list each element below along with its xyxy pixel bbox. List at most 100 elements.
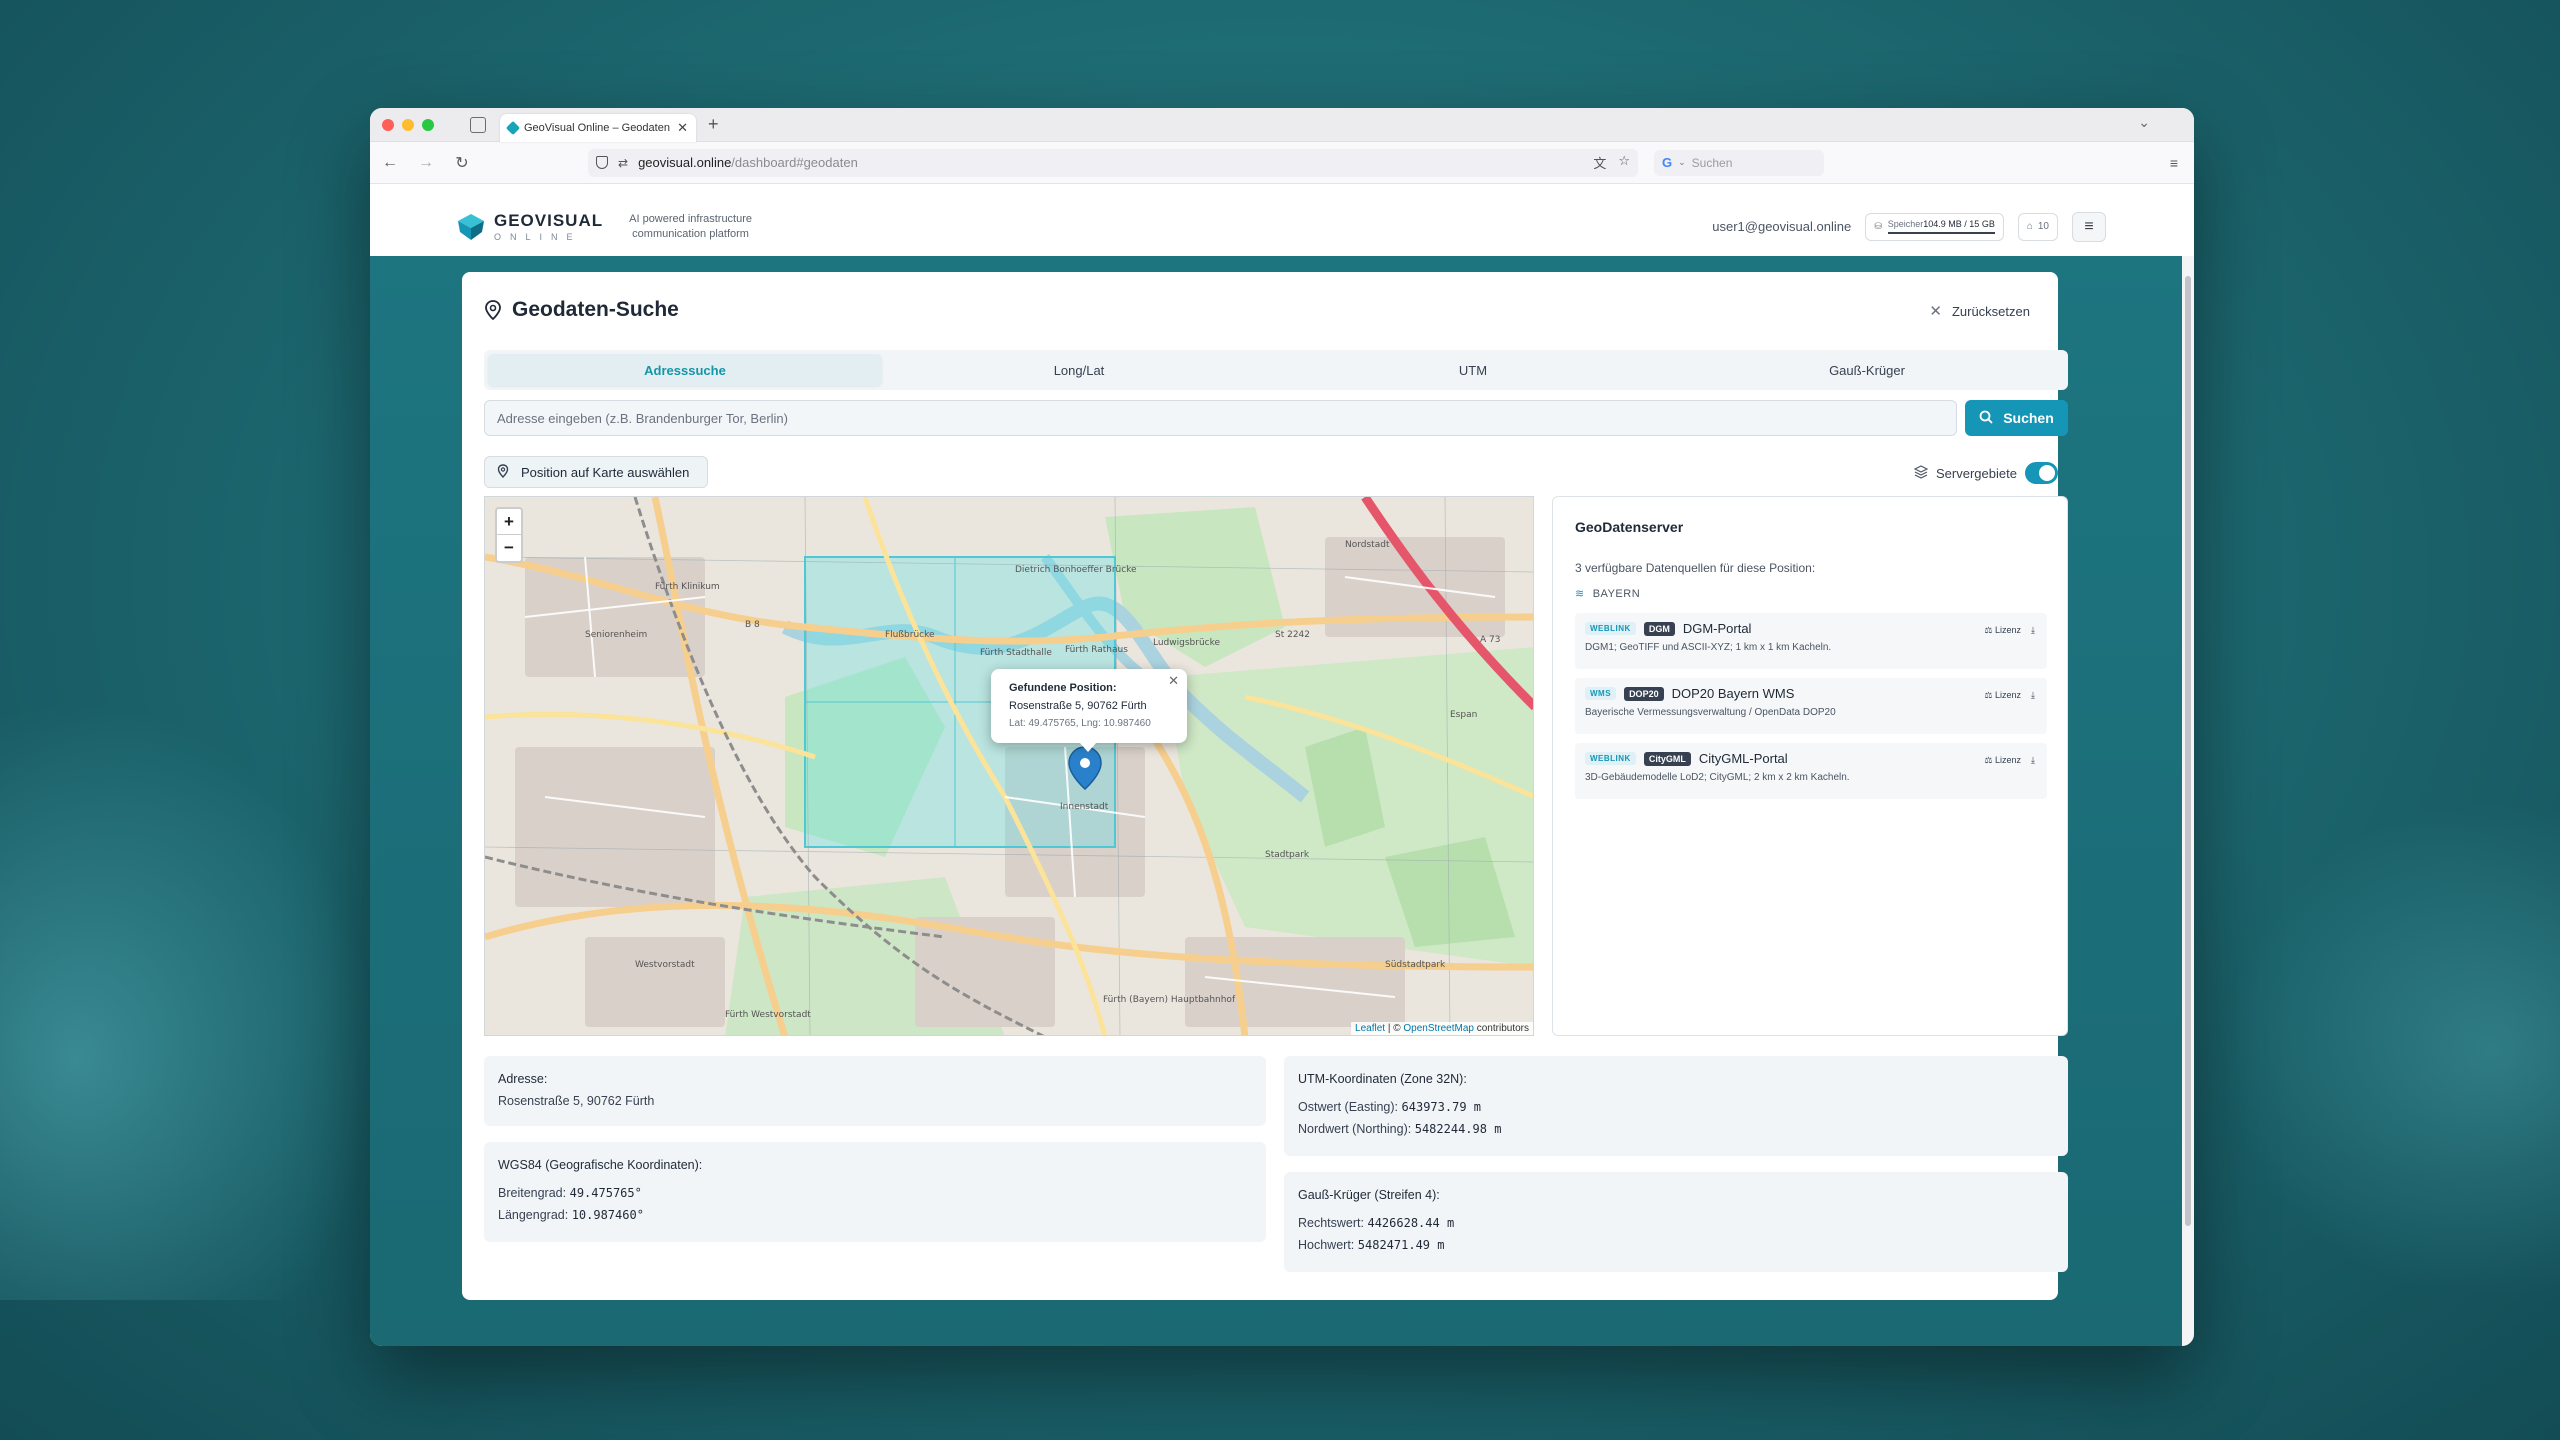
license-label: Lizenz xyxy=(1995,755,2022,765)
popup-coordinates: Lat: 49.475765, Lng: 10.987460 xyxy=(1009,718,1151,729)
window-controls xyxy=(382,118,434,131)
hochwert-value: 5482471.49 m xyxy=(1357,1238,1445,1252)
attribution-separator: | © xyxy=(1387,1023,1401,1034)
page-title-text: Geodaten-Suche xyxy=(512,298,679,321)
utm-label: UTM-Koordinaten (Zone 32N): xyxy=(1298,1072,1467,1086)
zoom-in-button[interactable]: + xyxy=(497,509,521,535)
pick-position-button[interactable]: Position auf Karte auswählen xyxy=(484,456,708,488)
page-scrollbar[interactable] xyxy=(2182,256,2194,1346)
svg-text:B 8: B 8 xyxy=(745,620,760,630)
reset-label: Zurücksetzen xyxy=(1951,303,2030,319)
gauss-krueger-label: Gauß-Krüger (Streifen 4): xyxy=(1298,1188,1440,1202)
background-glow-left xyxy=(0,700,380,1300)
back-arrow-icon[interactable]: ← xyxy=(380,154,400,172)
tab-adresssuche[interactable]: Adresssuche xyxy=(488,354,882,386)
tagline-line-1: AI powered infrastructure xyxy=(629,212,753,225)
forward-arrow-icon[interactable]: → xyxy=(416,154,436,172)
datasource-format-badge: DGM xyxy=(1643,621,1675,636)
map-popup: ✕ Gefundene Position: Rosenstraße 5, 907… xyxy=(991,669,1187,752)
svg-text:Fürth Stadthalle: Fürth Stadthalle xyxy=(980,648,1052,658)
close-popup-icon[interactable]: ✕ xyxy=(1168,672,1179,690)
license-label: Lizenz xyxy=(1995,625,2022,635)
token-count: 10 xyxy=(2037,221,2049,232)
close-icon: ✕ xyxy=(1929,303,1942,320)
tag-icon: ⌂ xyxy=(2026,221,2033,232)
northing-value: 5482244.98 m xyxy=(1414,1122,1502,1136)
extensions-icon[interactable]: ≡ xyxy=(2170,155,2178,171)
leaflet-link[interactable]: Leaflet xyxy=(1355,1023,1385,1034)
geodata-search-card: Geodaten-Suche ✕ Zurücksetzen Adresssuch… xyxy=(462,272,2068,1300)
tab-overview-icon[interactable] xyxy=(470,116,486,133)
datasource-format-badge: CityGML xyxy=(1643,751,1691,766)
svg-text:Seniorenheim: Seniorenheim xyxy=(585,630,647,640)
download-icon[interactable]: ⤓ xyxy=(2031,690,2035,701)
storage-indicator[interactable]: ⛁ Speicher104.9 MB / 15 GB xyxy=(1865,212,2004,241)
svg-text:Südstadtpark: Südstadtpark xyxy=(1385,960,1446,970)
browser-search-box[interactable]: G ⌄ Suchen xyxy=(1654,149,1824,176)
download-icon[interactable]: ⤓ xyxy=(2031,625,2035,636)
geodata-server-title: GeoDatenserver xyxy=(1575,519,1684,535)
svg-text:Dietrich Bonhoeffer Brücke: Dietrich Bonhoeffer Brücke xyxy=(1015,565,1137,575)
user-email[interactable]: user1@geovisual.online xyxy=(1712,219,1851,234)
bookmark-star-icon[interactable]: ☆ xyxy=(1618,153,1630,172)
server-areas-toggle[interactable] xyxy=(2024,462,2058,484)
geovisual-logo-icon xyxy=(456,212,486,242)
server-areas-label: Servergebiete xyxy=(1936,465,2017,481)
translate-icon[interactable]: 文 xyxy=(1593,153,1606,172)
svg-text:Fürth Westvorstadt: Fürth Westvorstadt xyxy=(725,1010,811,1020)
new-tab-button[interactable]: + xyxy=(708,114,719,135)
address-result-value: Rosenstraße 5, 90762 Fürth xyxy=(498,1094,655,1108)
datasource-type-badge: WEBLINK xyxy=(1585,752,1636,765)
map-view[interactable]: Fürth Klinikum Seniorenheim Flußbrücke F… xyxy=(484,496,1534,1036)
zoom-out-button[interactable]: − xyxy=(497,535,521,561)
maximize-window-button[interactable] xyxy=(422,118,434,131)
tab-list-chevron-icon[interactable]: ⌄ xyxy=(2138,114,2150,131)
hamburger-menu-button[interactable]: ≡ xyxy=(2072,211,2106,242)
search-engine-chevron-icon[interactable]: ⌄ xyxy=(1678,157,1686,168)
tab-longlat[interactable]: Long/Lat xyxy=(882,354,1276,386)
database-icon: ⛁ xyxy=(1874,221,1882,231)
tab-utm[interactable]: UTM xyxy=(1276,354,1670,386)
address-search-input[interactable]: Adresse eingeben (z.B. Brandenburger Tor… xyxy=(484,400,1957,436)
token-counter[interactable]: ⌂ 10 xyxy=(2017,212,2058,241)
datasource-item[interactable]: WEBLINK DGM DGM-Portal DGM1; GeoTIFF und… xyxy=(1575,613,2047,669)
minimize-window-button[interactable] xyxy=(402,118,414,131)
wgs84-result-box: WGS84 (Geografische Koordinaten): Breite… xyxy=(484,1142,1266,1242)
reset-button[interactable]: ✕ Zurücksetzen xyxy=(1929,302,2030,320)
svg-text:A 73: A 73 xyxy=(1480,635,1500,645)
license-button[interactable]: ⚖ Lizenz xyxy=(1984,690,2021,701)
browser-toolbar: ← → ↻ ⇄ geovisual.online/dashboard#geoda… xyxy=(370,142,2194,184)
datasource-description: Bayerische Vermessungsverwaltung / OpenD… xyxy=(1585,707,1836,718)
svg-text:Fürth Rathaus: Fürth Rathaus xyxy=(1065,645,1128,655)
logo-name: GEOVISUAL xyxy=(494,211,604,230)
tab-gauss-krueger[interactable]: Gauß-Krüger xyxy=(1670,354,2064,386)
svg-text:Fürth Klinikum: Fürth Klinikum xyxy=(655,582,720,592)
datasource-item[interactable]: WEBLINK CityGML CityGML-Portal 3D-Gebäud… xyxy=(1575,743,2047,799)
datasource-format-badge: DOP20 xyxy=(1624,686,1664,701)
logo-sub: ONLINE xyxy=(494,232,582,242)
close-tab-icon[interactable]: ✕ xyxy=(677,120,688,136)
scrollbar-thumb[interactable] xyxy=(2185,276,2191,1226)
osm-link[interactable]: OpenStreetMap xyxy=(1403,1023,1474,1034)
browser-tab-active[interactable]: GeoVisual Online – Geodaten & ✕ xyxy=(500,113,696,142)
address-bar[interactable]: ⇄ geovisual.online/dashboard#geodaten 文 … xyxy=(588,148,1638,177)
search-icon xyxy=(1979,410,1993,427)
shield-icon xyxy=(596,156,608,169)
map-zoom-control: + − xyxy=(495,507,523,563)
reload-icon[interactable]: ↻ xyxy=(452,153,472,173)
search-button[interactable]: Suchen xyxy=(1965,400,2068,436)
latitude-label: Breitengrad: xyxy=(498,1186,567,1200)
close-window-button[interactable] xyxy=(382,118,394,131)
svg-text:Flußbrücke: Flußbrücke xyxy=(885,630,935,640)
license-button[interactable]: ⚖ Lizenz xyxy=(1984,625,2021,636)
download-icon[interactable]: ⤓ xyxy=(2031,755,2035,766)
site-settings-icon[interactable]: ⇄ xyxy=(618,156,628,170)
map-tiles: Fürth Klinikum Seniorenheim Flußbrücke F… xyxy=(485,497,1533,1035)
easting-value: 643973.79 m xyxy=(1401,1100,1481,1114)
app-logo[interactable]: GEOVISUAL ONLINE xyxy=(456,211,603,242)
license-button[interactable]: ⚖ Lizenz xyxy=(1984,755,2021,766)
datasource-item[interactable]: WMS DOP20 DOP20 Bayern WMS Bayerische Ve… xyxy=(1575,678,2047,734)
gauss-krueger-result-box: Gauß-Krüger (Streifen 4): Rechtswert: 44… xyxy=(1284,1172,2068,1272)
storage-progress-bar xyxy=(1887,232,1995,234)
page-title: Geodaten-Suche xyxy=(484,298,679,322)
